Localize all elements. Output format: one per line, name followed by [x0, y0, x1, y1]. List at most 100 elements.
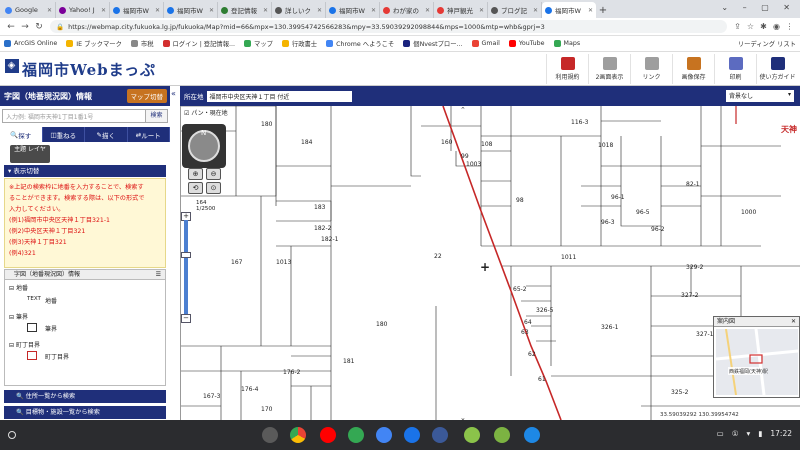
- browser-tab[interactable]: Google ✕: [2, 2, 56, 18]
- header-button[interactable]: 2画面表示: [588, 54, 630, 84]
- browser-tab[interactable]: 神戸観光 ✕: [434, 2, 488, 18]
- header-button[interactable]: 使い方ガイド: [756, 54, 798, 84]
- header-button[interactable]: 印刷: [714, 54, 756, 84]
- tab-close-icon[interactable]: ✕: [209, 7, 214, 14]
- bookmark-item[interactable]: 行政書士: [281, 39, 317, 48]
- close-icon[interactable]: ✕: [791, 317, 796, 327]
- reload-icon[interactable]: ↻: [32, 22, 46, 32]
- panel-tab[interactable]: 🔍 探す: [0, 127, 43, 142]
- bookmark-item[interactable]: Gmail: [471, 40, 500, 47]
- back-icon[interactable]: ←: [4, 22, 18, 32]
- bookmark-item[interactable]: Chrome へようこそ: [326, 39, 394, 48]
- share-icon[interactable]: ⇪: [731, 22, 744, 31]
- bookmark-item[interactable]: ログイン | 登記情報...: [162, 39, 235, 48]
- legend-group-chiban[interactable]: ⊟ 地番: [9, 283, 28, 292]
- bookmark-item[interactable]: マップ: [244, 39, 273, 48]
- parcel-number-label: 170: [261, 406, 273, 413]
- bookmark-item[interactable]: ArcGIS Online: [4, 40, 57, 47]
- panel-tab[interactable]: ✎ 描く: [85, 127, 128, 142]
- new-tab-icon[interactable]: +: [596, 2, 610, 18]
- landmark-list-search-link[interactable]: 🔍 目標物・施設一覧から検索: [4, 406, 166, 419]
- bookmark-item[interactable]: YouTube: [508, 40, 545, 47]
- bookmark-item[interactable]: 個Nvestプロー...: [403, 39, 463, 48]
- camera-app-icon[interactable]: [432, 427, 448, 443]
- rotate-icon[interactable]: ⟲: [188, 182, 203, 194]
- legend-group-choume[interactable]: ⊟ 町丁目界: [9, 340, 40, 349]
- zoom-out-area-icon[interactable]: ⊖: [206, 168, 221, 180]
- legend-group-hikkai[interactable]: ⊟ 筆界: [9, 312, 28, 321]
- browser-tab[interactable]: 福岡市W ✕: [164, 2, 218, 18]
- reading-list-button[interactable]: リーディング リスト: [738, 39, 796, 48]
- address-bar[interactable]: 🔒 https://webmap.city.fukuoka.lg.jp/fuku…: [50, 20, 727, 33]
- pan-checkbox[interactable]: ☑ パン・現在地: [182, 108, 230, 117]
- extensions-icon[interactable]: ✱: [757, 22, 770, 31]
- overview-map[interactable]: 案内図 ✕ 西鉄福岡(天神)駅: [713, 316, 800, 398]
- drive-app-icon[interactable]: [348, 427, 364, 443]
- tab-close-icon[interactable]: ✕: [317, 7, 322, 14]
- tote-icon[interactable]: ▭: [717, 429, 724, 438]
- zoom-slider[interactable]: + −: [181, 212, 191, 323]
- browser-tab[interactable]: 福岡市W ✕: [326, 2, 380, 18]
- bookmark-item[interactable]: IE ブックマーク: [66, 39, 122, 48]
- profile-icon[interactable]: ◉: [770, 22, 783, 31]
- menu-icon[interactable]: ⋮: [783, 22, 796, 31]
- tab-close-icon[interactable]: ✕: [588, 7, 593, 14]
- browser-tab[interactable]: 福岡市W ✕: [110, 2, 164, 18]
- search-input[interactable]: 入力例: 福岡市天神1丁目1番1号: [2, 109, 146, 123]
- play-app-icon[interactable]: [376, 427, 392, 443]
- window-controls[interactable]: ⌄ – ▢ ✕: [721, 3, 796, 12]
- browser-tab[interactable]: ブログ記 ✕: [488, 2, 542, 18]
- docs-app-icon[interactable]: [404, 427, 420, 443]
- bookmark-item[interactable]: Maps: [553, 40, 580, 47]
- zoom-in-area-icon[interactable]: ⊕: [188, 168, 203, 180]
- site-logo[interactable]: ◈ 福岡市Webまっぷ: [5, 59, 156, 80]
- address-list-search-link[interactable]: 🔍 住所一覧から検索: [4, 390, 166, 403]
- zoom-slider-thumb[interactable]: [181, 252, 191, 258]
- tab-close-icon[interactable]: ✕: [101, 7, 106, 14]
- tab-close-icon[interactable]: ✕: [155, 7, 160, 14]
- youtube-app-icon[interactable]: [320, 427, 336, 443]
- browser-tab[interactable]: 登記情報 ✕: [218, 2, 272, 18]
- tab-close-icon[interactable]: ✕: [47, 7, 52, 14]
- browser-tab[interactable]: 福岡市W ✕: [542, 2, 596, 18]
- tab-close-icon[interactable]: ✕: [263, 7, 268, 14]
- city-emblem-icon: ◈: [5, 59, 19, 73]
- panel-tab[interactable]: ⇄ ルート: [128, 127, 170, 142]
- files-app-icon[interactable]: [262, 427, 278, 443]
- launcher-icon[interactable]: [8, 431, 16, 439]
- browser-tab[interactable]: Yahoo! J ✕: [56, 2, 110, 18]
- tab-close-icon[interactable]: ✕: [533, 7, 538, 14]
- notification-icon[interactable]: ①: [732, 429, 739, 438]
- system-tray[interactable]: ▭ ① ▾ ▮ 17:22: [709, 429, 792, 438]
- tab-close-icon[interactable]: ✕: [479, 7, 484, 14]
- header-button[interactable]: リンク: [630, 54, 672, 84]
- tab-close-icon[interactable]: ✕: [371, 7, 376, 14]
- app-icon-7[interactable]: [464, 427, 480, 443]
- bookmark-star-icon[interactable]: ☆: [744, 22, 757, 31]
- bookmark-item[interactable]: 市税: [130, 39, 154, 48]
- header-button[interactable]: 画像保存: [672, 54, 714, 84]
- legend-menu-icon[interactable]: ☰: [156, 270, 161, 280]
- app-icon-9[interactable]: [524, 427, 540, 443]
- fit-icon[interactable]: ⊙: [206, 182, 221, 194]
- legend-header[interactable]: 字図（地番現況図）情報 ☰: [4, 269, 166, 280]
- app-icon-8[interactable]: [494, 427, 510, 443]
- background-layer-select[interactable]: 背景なし ▾: [726, 90, 794, 102]
- zoom-out-button[interactable]: −: [181, 314, 191, 323]
- scroll-up-icon[interactable]: ⌃: [460, 106, 466, 114]
- display-toggle-header[interactable]: ▾ 表示切替: [4, 165, 166, 177]
- panel-tab[interactable]: ◫ 重ねる: [43, 127, 85, 142]
- browser-tab[interactable]: 詳しいク ✕: [272, 2, 326, 18]
- map-toggle-button[interactable]: マップ切替: [126, 89, 167, 103]
- pan-control[interactable]: N: [182, 124, 226, 168]
- forward-icon[interactable]: →: [18, 22, 32, 32]
- header-button[interactable]: 利用規約: [546, 54, 588, 84]
- collapse-panel-icon[interactable]: «: [171, 89, 176, 98]
- tab-close-icon[interactable]: ✕: [425, 7, 430, 14]
- zoom-track[interactable]: [184, 220, 188, 314]
- browser-tab[interactable]: わが家の ✕: [380, 2, 434, 18]
- search-button[interactable]: 検索: [146, 109, 168, 123]
- chrome-app-icon[interactable]: [290, 427, 306, 443]
- theme-layer-button[interactable]: 主題 レイヤ: [10, 145, 50, 163]
- north-icon[interactable]: N: [201, 129, 206, 137]
